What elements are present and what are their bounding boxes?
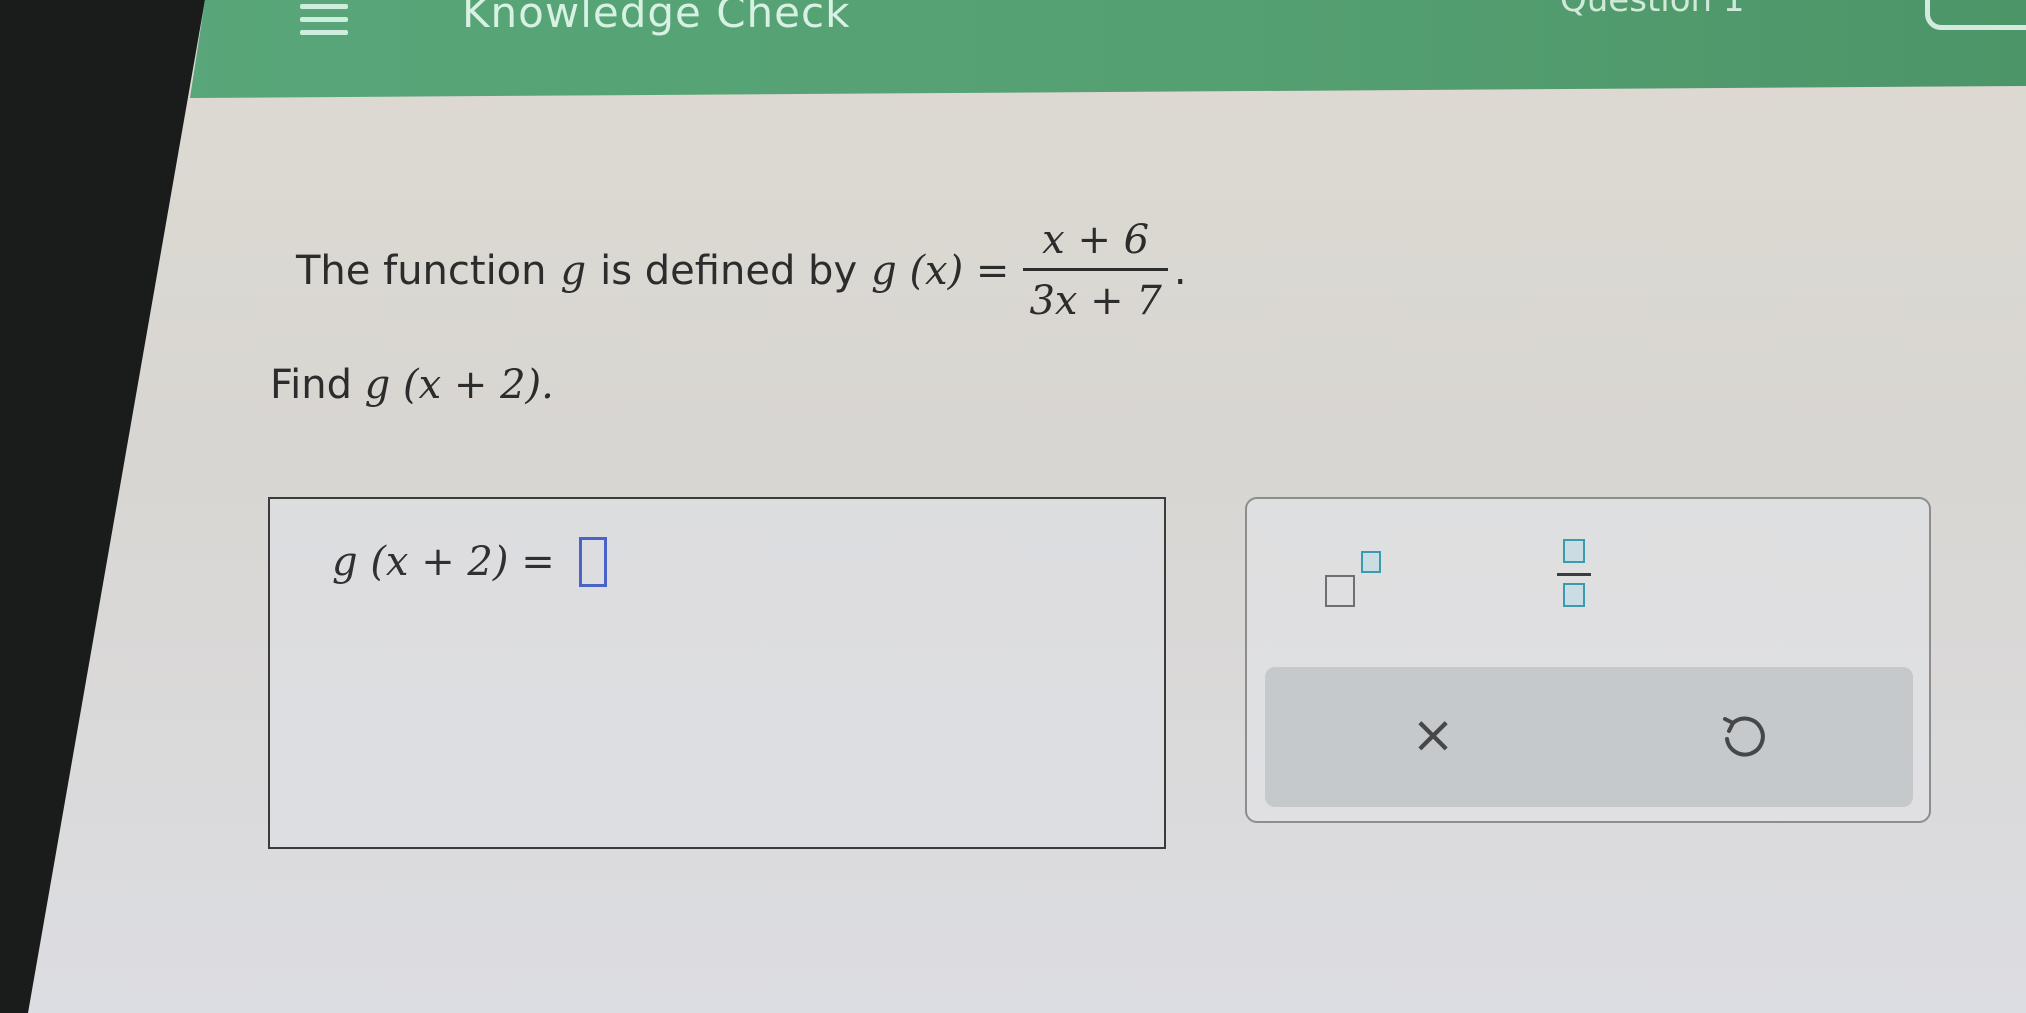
app-header: Knowledge Check Question 1 xyxy=(190,0,2026,98)
find-text: Find xyxy=(270,362,352,408)
problem-statement: The function g is defined by g (x) = x +… xyxy=(296,220,1187,321)
undo-button[interactable] xyxy=(1715,709,1771,765)
function-definition-fraction: x + 6 3x + 7 xyxy=(1023,217,1168,324)
fraction-numerator: x + 6 xyxy=(1042,217,1150,263)
answer-input-slot[interactable] xyxy=(578,537,607,587)
clear-button[interactable]: × xyxy=(1403,705,1463,765)
answer-lhs: g (x + 2) = xyxy=(332,539,555,585)
page-title: Knowledge Check xyxy=(462,0,851,37)
fraction-denominator: 3x + 7 xyxy=(1029,278,1162,324)
header-menu-button[interactable] xyxy=(1925,0,2026,30)
problem-intro-text: The function xyxy=(296,247,547,294)
function-lhs: g (x) = xyxy=(871,247,1010,294)
exponent-template-icon[interactable] xyxy=(1325,547,1405,607)
sentence-period: . xyxy=(1173,247,1187,294)
question-label: Question 1 xyxy=(1560,0,1745,20)
find-expression: g (x + 2). xyxy=(364,362,554,408)
close-x-icon: × xyxy=(1411,705,1455,765)
find-instruction: Find g (x + 2). xyxy=(270,362,554,408)
fraction-template-icon[interactable] xyxy=(1555,539,1595,615)
function-variable: g xyxy=(560,247,587,294)
answer-line: g (x + 2) = xyxy=(332,537,607,587)
undo-arrow-icon xyxy=(1723,716,1765,757)
hamburger-menu-icon[interactable] xyxy=(300,2,348,38)
toolbox-actions: × xyxy=(1265,667,1913,807)
answer-input-area[interactable]: g (x + 2) = xyxy=(268,497,1166,849)
math-toolbox: × xyxy=(1245,497,1931,823)
problem-defined-text: is defined by xyxy=(600,247,858,294)
